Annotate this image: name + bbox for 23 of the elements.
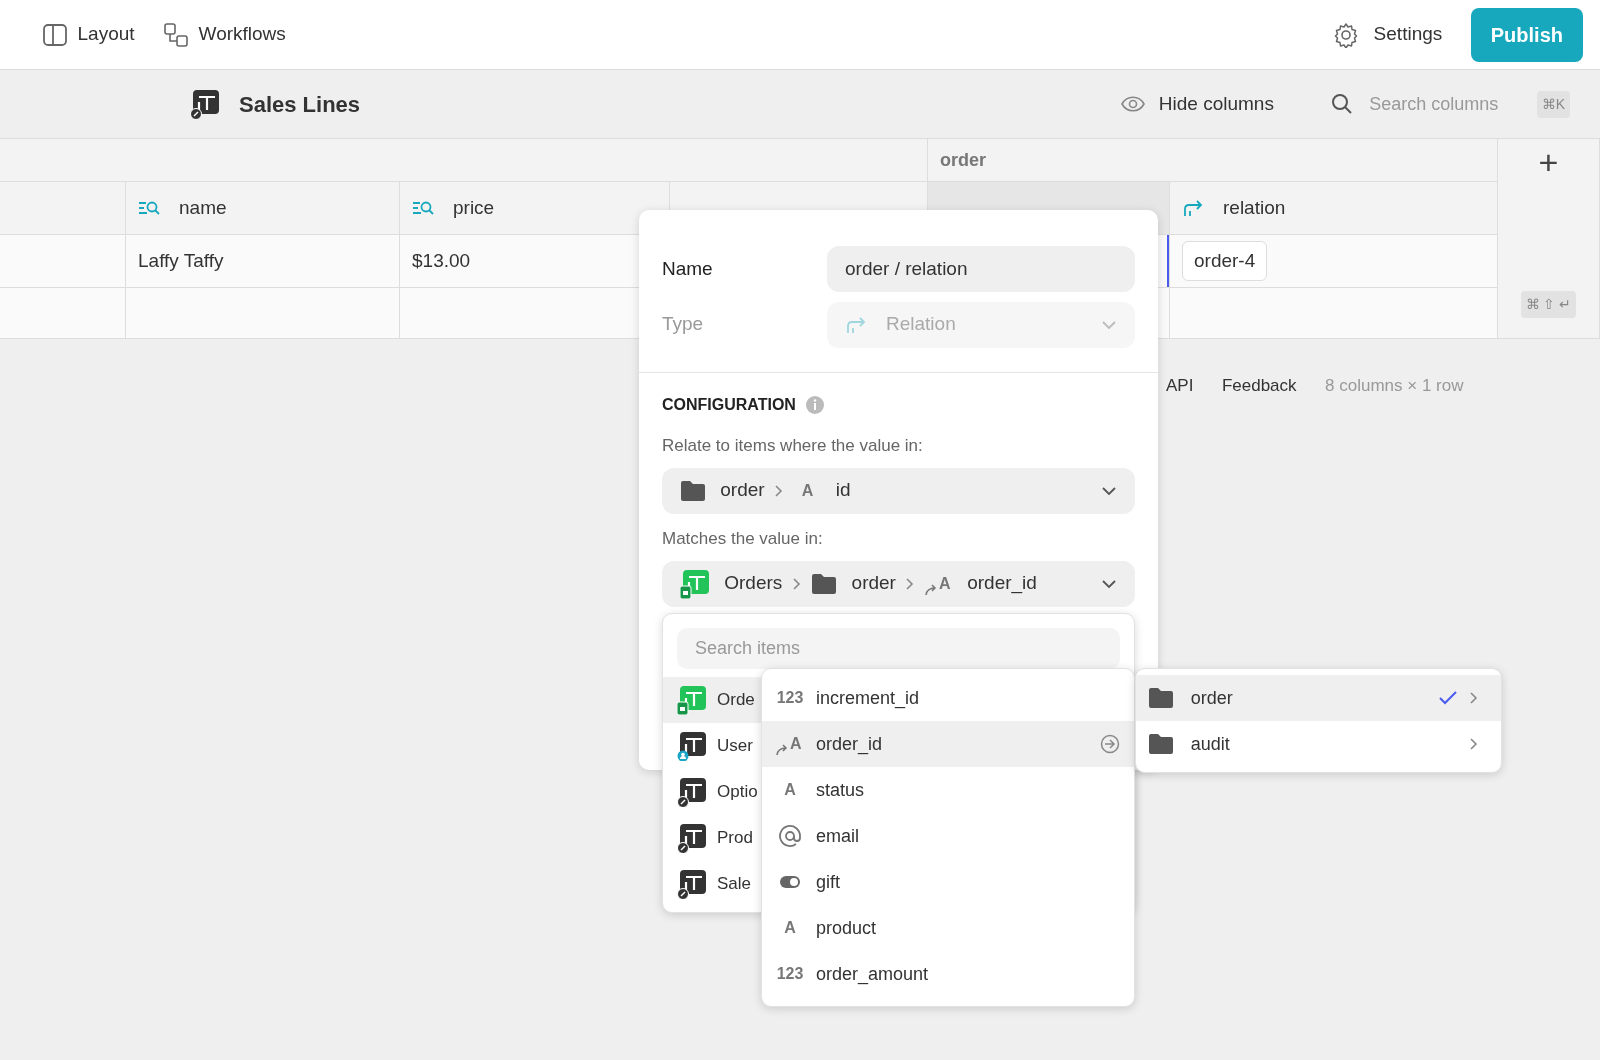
type-glyph: A <box>783 918 797 938</box>
path-label: id <box>835 478 851 503</box>
shortcut-hint: ⌘ ⇧ ↵ <box>1520 291 1577 318</box>
type-glyph: A <box>790 734 802 754</box>
field-label: Name <box>662 256 714 281</box>
section-title: CONFIGURATION <box>662 394 796 415</box>
table-stats: 8 columns × 1 row <box>1325 375 1464 397</box>
type-glyph: A <box>800 480 815 501</box>
field-label: Type <box>662 312 705 337</box>
path-label: order <box>851 571 896 596</box>
path-label: order_id <box>967 571 1037 596</box>
type-glyph: 123 <box>776 688 804 708</box>
group-header: order <box>928 139 1498 182</box>
shortcut-hint: ⌘K <box>1536 90 1570 118</box>
hint-text: Relate to items where the value in: <box>662 434 924 457</box>
hint-text: Matches the value in: <box>662 527 824 550</box>
path-label: order <box>720 478 765 503</box>
table-title: Sales Lines <box>239 90 361 119</box>
path-label: Orders <box>724 571 783 596</box>
type-glyph: A <box>938 573 951 594</box>
type-glyph: 123 <box>776 964 804 984</box>
type-glyph: A <box>783 780 797 800</box>
table-cell: Laffy Taffy <box>126 235 400 288</box>
